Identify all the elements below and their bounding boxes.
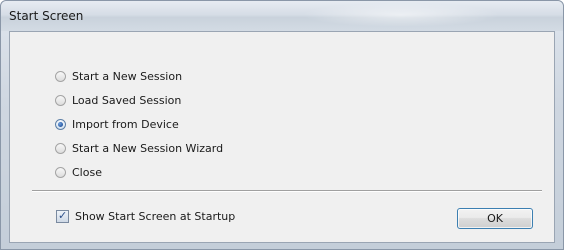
checkbox-label: Show Start Screen at Startup [75, 210, 236, 223]
option-label: Import from Device [72, 117, 179, 131]
radio-button[interactable] [55, 94, 66, 106]
option-close[interactable]: Close [55, 160, 223, 184]
radio-button[interactable] [55, 142, 66, 154]
radio-button[interactable] [55, 70, 66, 82]
option-label: Load Saved Session [72, 93, 182, 107]
dialog-content: Start a New Session Load Saved Session I… [9, 31, 555, 243]
ok-button[interactable]: OK [457, 208, 533, 229]
show-at-startup-checkbox[interactable]: ✓ Show Start Screen at Startup [56, 209, 236, 223]
radio-button[interactable] [55, 166, 66, 178]
option-label: Start a New Session [72, 69, 183, 83]
radio-button[interactable] [55, 118, 66, 130]
option-import-from-device[interactable]: Import from Device [55, 112, 223, 136]
option-start-new-session[interactable]: Start a New Session [55, 64, 223, 88]
option-label: Start a New Session Wizard [72, 141, 224, 155]
option-new-session-wizard[interactable]: Start a New Session Wizard [55, 136, 223, 160]
option-load-saved-session[interactable]: Load Saved Session [55, 88, 223, 112]
window-title: Start Screen [9, 9, 84, 23]
checkmark-icon: ✓ [58, 209, 68, 222]
option-label: Close [72, 165, 102, 179]
checkbox[interactable]: ✓ [56, 209, 69, 223]
dialog-window: Start Screen Start a New Session Load Sa… [0, 0, 564, 250]
title-bar[interactable]: Start Screen [1, 1, 563, 31]
separator [32, 190, 542, 192]
start-option-group: Start a New Session Load Saved Session I… [55, 64, 223, 184]
